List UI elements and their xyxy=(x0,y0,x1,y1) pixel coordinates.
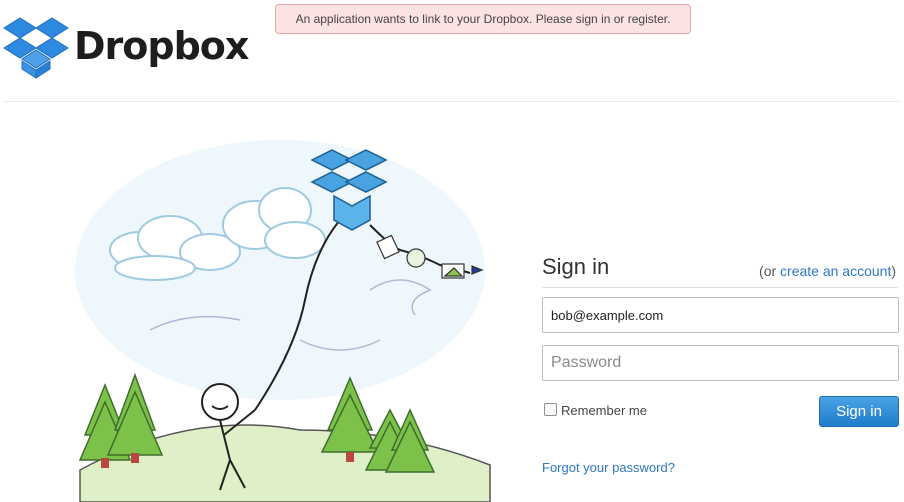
email-field[interactable] xyxy=(542,297,899,333)
remember-checkbox[interactable] xyxy=(544,403,557,416)
header-divider xyxy=(4,101,902,102)
remember-label: Remember me xyxy=(561,403,647,418)
sign-in-button[interactable]: Sign in xyxy=(819,396,899,427)
create-account-suffix: ) xyxy=(891,263,896,279)
remember-me[interactable]: Remember me xyxy=(544,403,647,418)
brand-name: Dropbox xyxy=(74,24,249,68)
signin-title: Sign in xyxy=(542,254,610,279)
signin-divider xyxy=(542,287,898,288)
page: Dropbox An application wants to link to … xyxy=(0,0,904,502)
password-field[interactable] xyxy=(542,345,899,381)
kite-stick-figure-illustration xyxy=(70,130,510,502)
create-account-prefix: (or xyxy=(759,263,781,279)
dropbox-box-icon xyxy=(3,17,69,79)
forgot-password-link[interactable]: Forgot your password? xyxy=(542,460,675,475)
create-account-link[interactable]: create an account xyxy=(780,263,891,279)
dropbox-logo[interactable]: Dropbox xyxy=(2,16,249,80)
link-request-notice: An application wants to link to your Dro… xyxy=(275,4,691,34)
create-account-line: (or create an account) xyxy=(759,263,896,279)
